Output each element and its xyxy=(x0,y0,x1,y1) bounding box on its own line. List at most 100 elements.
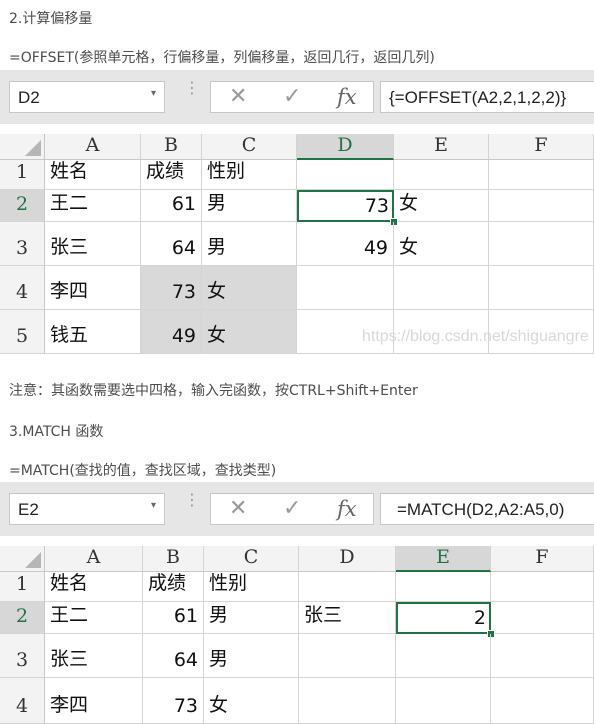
cell-a4[interactable]: 李四 xyxy=(45,678,143,724)
cancel-icon[interactable]: ✕ xyxy=(229,496,247,521)
cell-a3[interactable]: 张三 xyxy=(45,634,143,678)
cell-d3[interactable] xyxy=(299,634,396,678)
cell-b1[interactable]: 成绩 xyxy=(143,572,204,602)
cell-a2[interactable]: 王二 xyxy=(45,602,143,634)
cell-d2[interactable]: 张三 xyxy=(299,602,396,634)
cell-b1[interactable]: 成绩 xyxy=(141,160,202,190)
cell-d4[interactable] xyxy=(297,266,394,310)
column-header-d[interactable]: D xyxy=(297,134,394,160)
column-header-e[interactable]: E xyxy=(396,546,491,572)
chevron-down-icon[interactable]: ▾ xyxy=(151,88,156,99)
drag-handle-icon[interactable]: ⋮ xyxy=(184,80,200,96)
formula-bar: E2 ▾ ⋮ ✕ ✓ fx =MATCH(D2,A2:A5,0) xyxy=(0,482,594,536)
cell-a2[interactable]: 王二 xyxy=(45,190,141,222)
row-header-2[interactable]: 2 xyxy=(0,602,45,634)
cell-f1[interactable] xyxy=(489,160,594,190)
watermark: https://blog.csdn.net/shiguangre xyxy=(362,328,589,345)
cell-d1[interactable] xyxy=(297,160,394,190)
section-heading-match: 3.MATCH 函数 xyxy=(9,424,104,440)
cell-b2[interactable]: 61 xyxy=(143,602,204,634)
cell-a1[interactable]: 姓名 xyxy=(45,572,143,602)
cell-c4[interactable]: 女 xyxy=(204,678,299,724)
formula-text: =MATCH(D2,A2:A5,0) xyxy=(397,500,565,519)
insert-function-icon[interactable]: fx xyxy=(337,85,357,109)
name-box[interactable]: D2 ▾ xyxy=(9,81,165,113)
cell-e1[interactable] xyxy=(396,572,491,602)
cell-f2[interactable] xyxy=(489,190,594,222)
row-header-3[interactable]: 3 xyxy=(0,222,45,266)
match-syntax: =MATCH(查找的值，查找区域，查找类型) xyxy=(9,463,277,479)
sheet-grid: A B C D E F 1 姓名 成绩 性别 2 王二 61 男 73 女 3 … xyxy=(0,134,594,354)
row-header-5[interactable]: 5 xyxy=(0,310,45,354)
cell-d4[interactable] xyxy=(299,678,396,724)
cell-a1[interactable]: 姓名 xyxy=(45,160,141,190)
row-header-3[interactable]: 3 xyxy=(0,634,45,678)
note-text: 注意：其函数需要选中四格，输入完函数，按CTRL+Shift+Enter xyxy=(9,383,418,399)
cancel-icon[interactable]: ✕ xyxy=(229,84,247,109)
column-header-f[interactable]: F xyxy=(489,134,594,160)
cell-b3[interactable]: 64 xyxy=(143,634,204,678)
cell-e1[interactable] xyxy=(394,160,489,190)
cell-b5-highlight[interactable]: 49 xyxy=(141,310,202,354)
column-header-d[interactable]: D xyxy=(299,546,396,572)
cell-e3[interactable]: 女 xyxy=(394,222,489,266)
excel-offset-screenshot: D2 ▾ ⋮ ✕ ✓ fx {=OFFSET(A2,2,1,2,2)} A B … xyxy=(0,70,594,354)
cell-b2[interactable]: 61 xyxy=(141,190,202,222)
cell-f2[interactable] xyxy=(491,602,594,634)
cell-c1[interactable]: 性别 xyxy=(204,572,299,602)
cell-c2[interactable]: 男 xyxy=(204,602,299,634)
cell-c3[interactable]: 男 xyxy=(202,222,297,266)
row-header-4[interactable]: 4 xyxy=(0,678,45,724)
cell-c4-highlight[interactable]: 女 xyxy=(202,266,297,310)
row-header-2[interactable]: 2 xyxy=(0,190,45,222)
cell-a3[interactable]: 张三 xyxy=(45,222,141,266)
cell-b4-highlight[interactable]: 73 xyxy=(141,266,202,310)
row-header-1[interactable]: 1 xyxy=(0,160,45,190)
cell-e2[interactable]: 女 xyxy=(394,190,489,222)
insert-function-icon[interactable]: fx xyxy=(337,497,357,521)
formula-input[interactable]: {=OFFSET(A2,2,1,2,2)} xyxy=(380,81,594,113)
select-all-corner[interactable] xyxy=(0,546,45,572)
cell-d3[interactable]: 49 xyxy=(297,222,394,266)
cell-c2[interactable]: 男 xyxy=(202,190,297,222)
offset-syntax: =OFFSET(参照单元格，行偏移量，列偏移量，返回几行，返回几列) xyxy=(9,50,435,66)
cell-e4[interactable] xyxy=(394,266,489,310)
cell-d2-active[interactable]: 73 xyxy=(297,190,394,222)
cell-a4[interactable]: 李四 xyxy=(45,266,141,310)
cell-b3[interactable]: 64 xyxy=(141,222,202,266)
cell-e3[interactable] xyxy=(396,634,491,678)
cell-a5[interactable]: 钱五 xyxy=(45,310,141,354)
chevron-down-icon[interactable]: ▾ xyxy=(151,500,156,511)
enter-check-icon[interactable]: ✓ xyxy=(283,496,301,521)
cell-b4[interactable]: 73 xyxy=(143,678,204,724)
cell-c1[interactable]: 性别 xyxy=(202,160,297,190)
formula-bar: D2 ▾ ⋮ ✕ ✓ fx {=OFFSET(A2,2,1,2,2)} xyxy=(0,70,594,124)
column-header-f[interactable]: F xyxy=(491,546,594,572)
enter-check-icon[interactable]: ✓ xyxy=(283,84,301,109)
cell-e2-active[interactable]: 2 xyxy=(396,602,491,634)
column-header-e[interactable]: E xyxy=(394,134,489,160)
name-box-value: E2 xyxy=(18,500,39,519)
formula-buttons: ✕ ✓ fx xyxy=(210,81,374,113)
formula-text: {=OFFSET(A2,2,1,2,2)} xyxy=(389,88,567,107)
formula-buttons: ✕ ✓ fx xyxy=(210,493,374,525)
name-box-value: D2 xyxy=(18,88,40,107)
select-all-corner[interactable] xyxy=(0,134,45,160)
cell-f3[interactable] xyxy=(489,222,594,266)
cell-e4[interactable] xyxy=(396,678,491,724)
cell-f4[interactable] xyxy=(489,266,594,310)
cell-c5-highlight[interactable]: 女 xyxy=(202,310,297,354)
row-header-4[interactable]: 4 xyxy=(0,266,45,310)
excel-match-screenshot: E2 ▾ ⋮ ✕ ✓ fx =MATCH(D2,A2:A5,0) A B C D… xyxy=(0,482,594,724)
cell-f1[interactable] xyxy=(491,572,594,602)
formula-input[interactable]: =MATCH(D2,A2:A5,0) xyxy=(380,493,594,525)
drag-handle-icon[interactable]: ⋮ xyxy=(184,492,200,508)
cell-f4[interactable] xyxy=(491,678,594,724)
name-box[interactable]: E2 ▾ xyxy=(9,493,165,525)
cell-c3[interactable]: 男 xyxy=(204,634,299,678)
sheet-grid: A B C D E F 1 姓名 成绩 性别 2 王二 61 男 张三 2 3 … xyxy=(0,546,594,724)
cell-f3[interactable] xyxy=(491,634,594,678)
row-header-1[interactable]: 1 xyxy=(0,572,45,602)
section-heading-offset: 2.计算偏移量 xyxy=(9,11,93,27)
cell-d1[interactable] xyxy=(299,572,396,602)
